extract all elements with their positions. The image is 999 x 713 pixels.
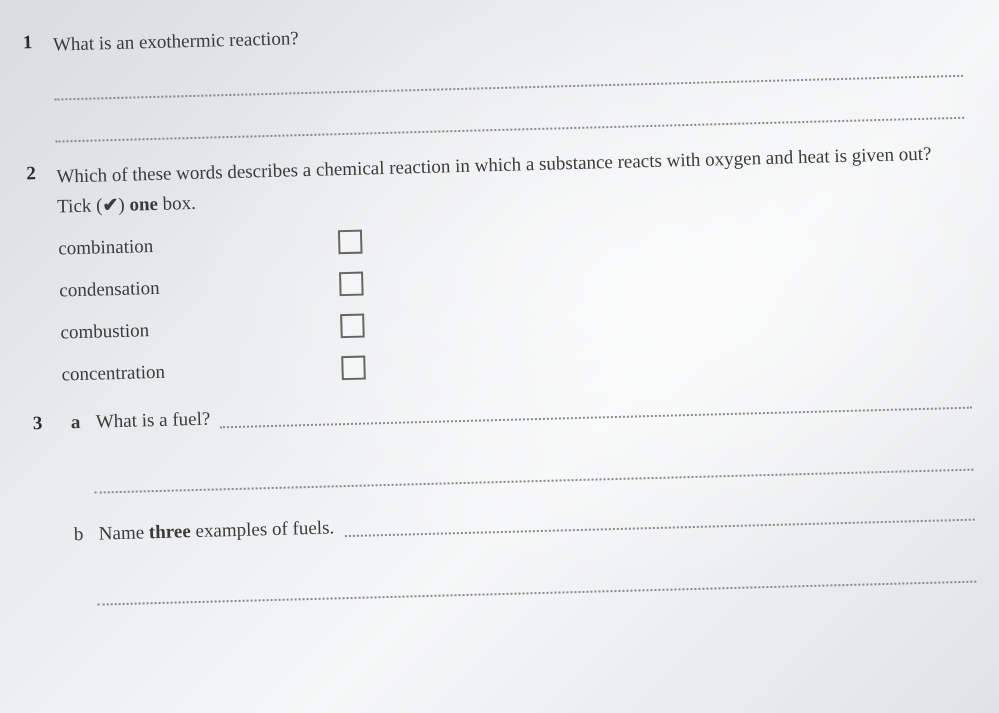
question-3b-answer-line-2[interactable] [97,548,977,606]
q3b-text-part1: Name [99,523,150,545]
question-1-number: 1 [23,32,54,55]
question-2-number: 2 [26,162,57,185]
question-2-options: combination condensation combustion conc… [58,214,971,388]
checkbox-concentration[interactable] [341,356,366,381]
tick-icon: ✔ [102,195,118,216]
question-3b-text: Name three examples of fuels. [99,518,335,546]
option-label-combination: combination [58,231,338,260]
q2-bold-word: one [129,194,158,216]
option-label-condensation: condensation [59,273,339,302]
q2-text-part3: box. [158,193,197,215]
checkbox-combination[interactable] [338,230,363,255]
question-3a-letter: a [71,412,97,435]
option-condensation: condensation [59,256,968,304]
option-label-combustion: combustion [60,315,340,344]
question-1-text: What is an exothermic reaction? [53,25,300,60]
question-3-number: 3 [33,413,64,436]
option-combustion: combustion [60,298,969,346]
q3b-bold: three [149,521,191,543]
checkbox-condensation[interactable] [339,272,364,297]
question-2: 2 Which of these words describes a chemi… [26,138,971,388]
question-3b-answer-line-inline[interactable] [344,501,975,537]
q3b-text-part2: examples of fuels. [190,518,334,543]
question-2-text: Which of these words describes a chemica… [56,138,966,223]
question-3a-text: What is a fuel? [96,409,211,434]
question-3a-answer-line-2[interactable] [94,436,974,494]
question-3a-answer-line-inline[interactable] [220,389,972,429]
option-label-concentration: concentration [61,357,341,386]
checkbox-combustion[interactable] [340,314,365,339]
option-concentration: concentration [61,340,970,388]
question-3: 3 a What is a fuel? b Name three example… [33,389,977,608]
option-combination: combination [58,214,967,262]
question-3b-letter: b [74,524,100,547]
q2-text-part2: ) [118,195,130,216]
question-1: 1 What is an exothermic reaction? [23,8,965,143]
